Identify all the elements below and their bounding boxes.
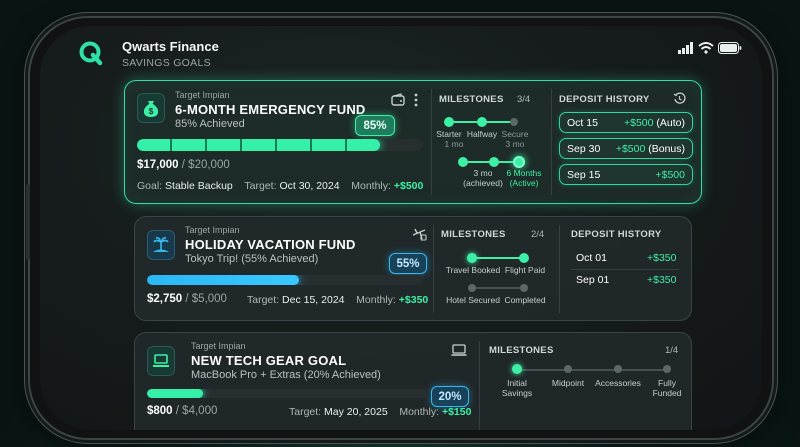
progress-bar bbox=[147, 389, 429, 398]
milestone-label: Midpoint bbox=[551, 378, 585, 388]
laptop-icon bbox=[147, 346, 175, 376]
svg-text:$: $ bbox=[149, 107, 154, 116]
goal-name: HOLIDAY VACATION FUND bbox=[185, 237, 356, 252]
milestone-done-dot bbox=[512, 364, 522, 374]
deposit-history-title: DEPOSIT HISTORY bbox=[571, 229, 662, 240]
goal-meta: Goal: Stable Backup Target: Oct 30, 2024… bbox=[137, 180, 424, 192]
history-icon[interactable] bbox=[673, 92, 686, 105]
milestone-line bbox=[473, 287, 523, 289]
milestone-line bbox=[517, 369, 667, 371]
deposit-amount: +$350 bbox=[647, 274, 677, 286]
milestones-count: 2/4 bbox=[531, 229, 545, 240]
milestone-pending-dot bbox=[564, 365, 572, 373]
app-logo-icon bbox=[79, 41, 103, 66]
money-bag-icon: $ bbox=[137, 93, 165, 123]
milestone-done-dot bbox=[489, 157, 499, 167]
goal-tag: Target Impian bbox=[191, 341, 246, 351]
laptop-icon[interactable] bbox=[451, 344, 467, 356]
milestone-pending-dot bbox=[663, 365, 671, 373]
milestone-label: Accessories bbox=[595, 378, 641, 388]
milestone-done-dot bbox=[458, 157, 468, 167]
milestone-label: 3 mo (achieved) bbox=[463, 168, 503, 188]
milestone-label: Completed bbox=[504, 295, 546, 305]
deposit-entry[interactable]: Oct 15 +$500 (Auto) bbox=[559, 112, 693, 133]
progress-bar-fill bbox=[147, 275, 299, 285]
divider bbox=[431, 89, 432, 195]
goal-tag: Target Impian bbox=[185, 225, 240, 235]
milestone-label-active: 6 Months (Active) bbox=[506, 168, 542, 188]
milestones-count: 1/4 bbox=[665, 345, 679, 356]
progress-bar bbox=[147, 275, 423, 285]
progress-bar-fill bbox=[147, 389, 204, 398]
milestone-sublabel: 1 mo bbox=[444, 139, 464, 149]
goal-meta: Target: May 20, 2025 Monthly: +$150 bbox=[289, 406, 472, 418]
milestone-label: Travel Booked bbox=[445, 265, 501, 275]
progress-percent-badge: 85% bbox=[355, 115, 395, 136]
milestone-label: Fully Funded bbox=[652, 378, 682, 398]
goal-card-tech-gear[interactable]: Target Impian NEW TECH GEAR GOAL MacBook… bbox=[134, 332, 692, 430]
section-title: SAVINGS GOALS bbox=[122, 57, 211, 69]
divider bbox=[551, 89, 552, 195]
goal-card-vacation-fund[interactable]: Target Impian HOLIDAY VACATION FUND Toky… bbox=[134, 216, 692, 321]
divider bbox=[433, 225, 434, 313]
milestones-title: MILESTONES bbox=[441, 229, 506, 240]
cellular-signal-icon bbox=[678, 42, 693, 54]
goal-tag: Target Impian bbox=[175, 90, 230, 100]
milestone-pending-dot bbox=[614, 365, 622, 373]
milestone-pending-dot bbox=[510, 118, 518, 126]
goal-subtitle: Tokyo Trip! (55% Achieved) bbox=[185, 253, 319, 265]
phone-frame: Qwarts Finance SAVINGS GOALS $ Target Im… bbox=[26, 18, 772, 438]
milestone-done-dot bbox=[477, 117, 487, 127]
deposit-date: Oct 01 bbox=[576, 252, 607, 264]
divider bbox=[559, 225, 560, 313]
milestones-title: MILESTONES bbox=[489, 345, 554, 356]
goal-subtitle: MacBook Pro + Extras (20% Achieved) bbox=[191, 369, 381, 381]
milestone-done-dot bbox=[467, 253, 477, 263]
goal-name: 6-MONTH EMERGENCY FUND bbox=[175, 102, 366, 117]
deposit-date: Sep 01 bbox=[576, 274, 610, 286]
progress-percent-badge: 20% bbox=[431, 386, 469, 407]
milestones-count: 3/4 bbox=[517, 94, 531, 105]
milestone-done-dot bbox=[519, 253, 529, 263]
milestone-active-dot bbox=[513, 156, 525, 168]
battery-icon bbox=[718, 42, 742, 54]
deposit-amount: +$350 bbox=[647, 252, 677, 264]
goal-name: NEW TECH GEAR GOAL bbox=[191, 353, 347, 368]
milestone-sublabel: 3 mo bbox=[505, 139, 525, 149]
deposit-entry[interactable]: Sep 15 +$500 bbox=[559, 164, 693, 185]
amount-saved: $17,000 / $20,000 bbox=[137, 159, 230, 171]
deposit-entry[interactable]: Sep 30 +$500 (Bonus) bbox=[559, 138, 693, 159]
wifi-icon bbox=[698, 42, 714, 54]
milestone-line bbox=[473, 257, 523, 259]
goal-card-emergency-fund[interactable]: $ Target Impian 6-MONTH EMERGENCY FUND 8… bbox=[124, 80, 702, 204]
app-screen: Qwarts Finance SAVINGS GOALS $ Target Im… bbox=[40, 26, 762, 430]
more-options-icon[interactable] bbox=[413, 93, 419, 107]
wallet-icon[interactable] bbox=[391, 93, 405, 107]
goal-meta: Target: Dec 15, 2024 Monthly: +$350 bbox=[247, 294, 429, 306]
travel-icon[interactable] bbox=[411, 227, 427, 241]
app-title: Qwarts Finance bbox=[122, 39, 219, 54]
side-button bbox=[26, 184, 30, 260]
amount-saved: $800 / $4,000 bbox=[147, 405, 218, 417]
milestone-done-dot bbox=[444, 117, 454, 127]
beach-island-icon bbox=[147, 230, 175, 260]
amount-saved: $2,750 / $5,000 bbox=[147, 293, 227, 305]
milestone-label: Hotel Secured bbox=[446, 295, 500, 305]
milestone-pending-dot bbox=[468, 284, 476, 292]
progress-bar bbox=[137, 139, 423, 151]
goal-subtitle: 85% Achieved bbox=[175, 118, 245, 130]
milestone-label: Flight Paid bbox=[504, 265, 546, 275]
milestones-title: MILESTONES bbox=[439, 94, 504, 105]
divider bbox=[479, 341, 480, 430]
deposit-history-title: DEPOSIT HISTORY bbox=[559, 94, 650, 105]
progress-bar-fill bbox=[137, 139, 381, 151]
milestone-label: Initial Savings bbox=[501, 378, 533, 398]
row-divider bbox=[571, 269, 679, 270]
milestone-pending-dot bbox=[520, 284, 528, 292]
progress-percent-badge: 55% bbox=[389, 253, 427, 274]
